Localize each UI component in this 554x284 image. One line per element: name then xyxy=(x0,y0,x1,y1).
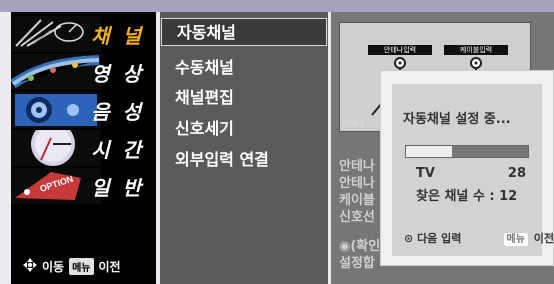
prev-label: 이전 xyxy=(534,232,554,245)
bg-text-line: 설정합 xyxy=(339,252,375,271)
progress-fill xyxy=(406,146,452,157)
tv-menu-screen: 채 널 영 상 xyxy=(0,0,554,283)
bg-text-line: 신호선 xyxy=(339,206,375,225)
category-picture[interactable]: 영 상 xyxy=(11,54,156,90)
category-sidebar: 채 널 영 상 xyxy=(11,12,156,284)
menu-key-tag: 메뉴 xyxy=(69,258,93,275)
category-label: 영 상 xyxy=(91,58,144,87)
channel-icon xyxy=(11,16,101,52)
diagram-caption: 안테나 xyxy=(342,118,364,129)
submenu-item-external-input[interactable]: 외부입력 연결 xyxy=(160,146,328,174)
category-channel[interactable]: 채 널 xyxy=(11,16,156,52)
dialog-body: 자동채널 설정 중... TV 28 찾은 채널 수 : 12 ⊙ 다음 입력 … xyxy=(392,84,542,256)
radio-dot-icon: ⊙ xyxy=(404,232,413,245)
sidebar-footer: 이동 메뉴 이전 xyxy=(23,258,121,275)
next-input-label: 다음 입력 xyxy=(417,232,461,245)
submenu-item-channel-edit[interactable]: 채널편집 xyxy=(160,84,328,112)
submenu-item-manual-channel[interactable]: 수동채널 xyxy=(160,54,328,82)
band-label: TV xyxy=(416,166,435,181)
auto-channel-dialog: 자동채널 설정 중... TV 28 찾은 채널 수 : 12 ⊙ 다음 입력 … xyxy=(380,70,554,266)
dialog-footer: ⊙ 다음 입력 메뉴 이전 xyxy=(404,230,554,246)
category-general[interactable]: OPTION 일 반 xyxy=(11,168,156,204)
navigation-icon xyxy=(23,258,37,275)
channel-submenu: 자동채널 수동채널 채널편집 신호세기 외부입력 연결 xyxy=(160,12,328,284)
submenu-item-auto-channel[interactable]: 자동채널 xyxy=(161,18,327,46)
speaker-icon xyxy=(11,92,101,128)
category-time[interactable]: 시 간 xyxy=(11,130,156,166)
prev-label: 이전 xyxy=(99,258,121,275)
next-input-button[interactable]: ⊙ 다음 입력 xyxy=(404,230,461,246)
category-sound[interactable]: 음 성 xyxy=(11,92,156,128)
prev-button[interactable]: 메뉴 이전 xyxy=(504,230,554,246)
menu-key-tag: 메뉴 xyxy=(504,233,528,246)
clock-icon xyxy=(11,130,101,166)
top-border xyxy=(0,0,554,12)
film-strip-icon xyxy=(11,54,101,90)
category-label: 시 간 xyxy=(91,134,144,163)
move-label: 이동 xyxy=(42,258,64,275)
category-label: 채 널 xyxy=(91,20,144,49)
category-label: 음 성 xyxy=(91,96,144,125)
submenu-item-signal-strength[interactable]: 신호세기 xyxy=(160,115,328,143)
scan-status: TV 28 xyxy=(416,166,526,181)
option-tag-icon: OPTION xyxy=(11,168,101,204)
found-channel-count: 찾은 채널 수 : 12 xyxy=(416,185,517,204)
channel-number: 28 xyxy=(508,166,526,181)
dialog-title: 자동채널 설정 중... xyxy=(403,108,511,127)
scan-progress-bar xyxy=(405,145,529,158)
category-label: 일 반 xyxy=(91,172,144,201)
